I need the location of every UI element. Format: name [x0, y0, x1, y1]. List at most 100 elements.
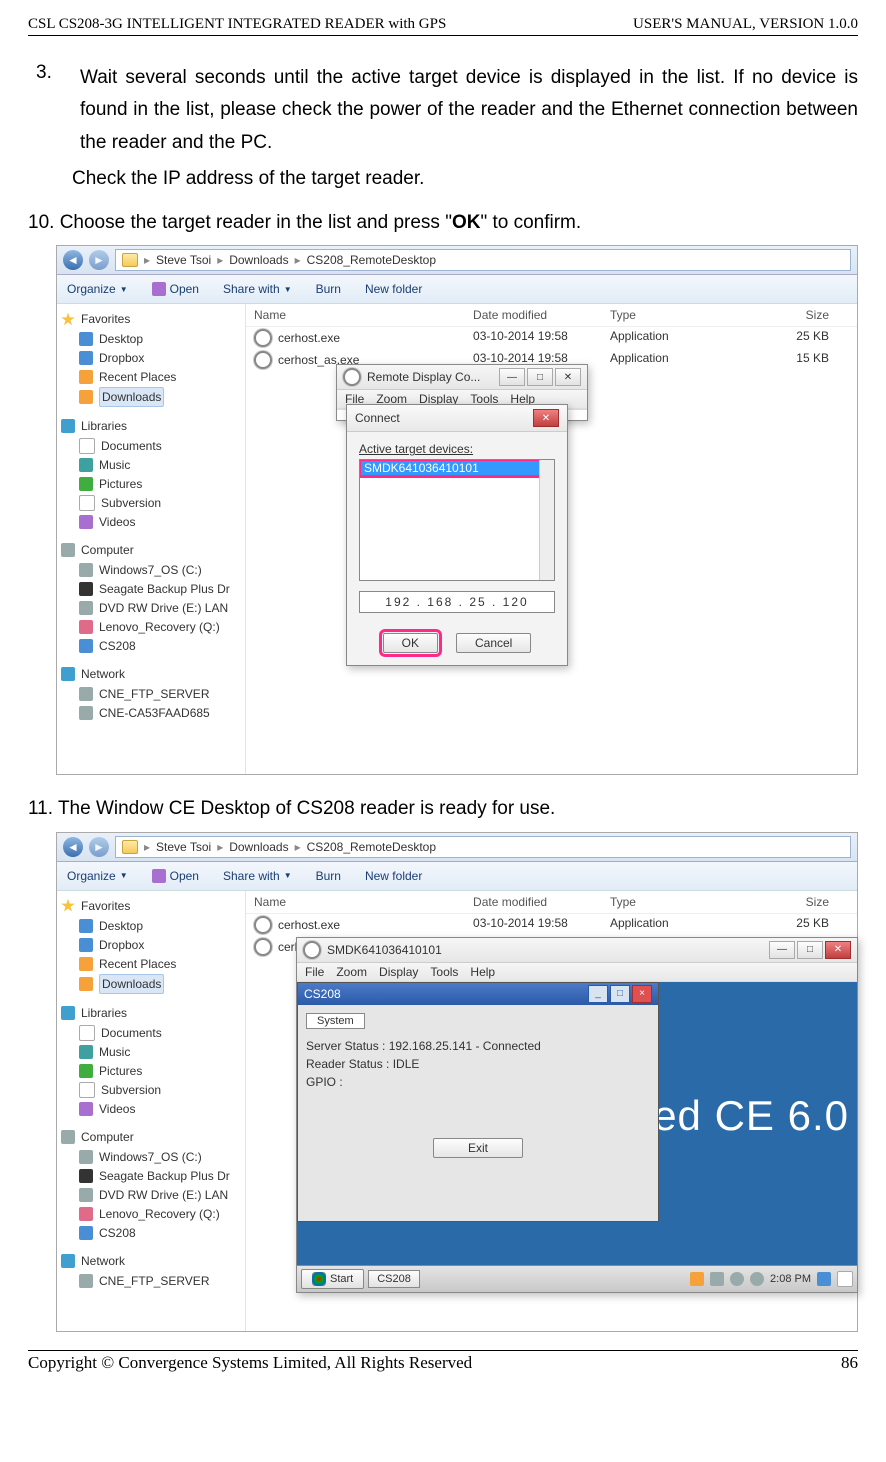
nav-subversion[interactable]: Subversion [61, 1081, 241, 1099]
breadcrumb-3[interactable]: CS208_RemoteDesktop [307, 840, 436, 854]
nav-documents[interactable]: Documents [61, 437, 241, 455]
tray-desktop-icon[interactable] [817, 1272, 831, 1286]
nav-drive-cs208[interactable]: CS208 [61, 1224, 241, 1242]
col-date[interactable]: Date modified [473, 308, 610, 322]
device-listbox[interactable]: SMDK641036410101 [359, 459, 555, 581]
menu-zoom[interactable]: Zoom [336, 965, 367, 979]
nav-desktop[interactable]: Desktop [61, 330, 241, 348]
inner-maximize-button[interactable]: □ [610, 985, 630, 1003]
nav-drive-dvd[interactable]: DVD RW Drive (E:) LAN [61, 599, 241, 617]
nav-forward-button[interactable]: ► [89, 250, 109, 270]
col-type[interactable]: Type [610, 308, 747, 322]
tray-globe-icon[interactable] [730, 1272, 744, 1286]
nav-recent[interactable]: Recent Places [61, 368, 241, 386]
nav-dropbox[interactable]: Dropbox [61, 936, 241, 954]
nav-libraries[interactable]: Libraries [61, 417, 241, 435]
nav-downloads[interactable]: Downloads [61, 974, 241, 994]
connect-close-button[interactable]: ✕ [533, 409, 559, 427]
nav-videos[interactable]: Videos [61, 513, 241, 531]
nav-desktop[interactable]: Desktop [61, 917, 241, 935]
toolbar-share[interactable]: Share with▼ [223, 869, 292, 883]
toolbar-organize[interactable]: Organize▼ [67, 869, 128, 883]
nav-computer[interactable]: Computer [61, 541, 241, 559]
address-bar[interactable]: ▸ Steve Tsoi ▸ Downloads ▸ CS208_RemoteD… [115, 249, 851, 271]
nav-pictures[interactable]: Pictures [61, 1062, 241, 1080]
col-date[interactable]: Date modified [473, 895, 610, 909]
nav-music[interactable]: Music [61, 1043, 241, 1061]
nav-dropbox[interactable]: Dropbox [61, 349, 241, 367]
col-size[interactable]: Size [747, 895, 849, 909]
nav-net1[interactable]: CNE_FTP_SERVER [61, 685, 241, 703]
menu-tools[interactable]: Tools [430, 965, 458, 979]
col-name[interactable]: Name [254, 308, 473, 322]
tray-keyboard-icon[interactable] [837, 1271, 853, 1287]
menu-display[interactable]: Display [379, 965, 418, 979]
nav-subversion[interactable]: Subversion [61, 494, 241, 512]
nav-videos[interactable]: Videos [61, 1100, 241, 1118]
breadcrumb-2[interactable]: Downloads [229, 840, 288, 854]
file-row[interactable]: cerhost.exe 03-10-2014 19:58 Application… [246, 327, 857, 349]
system-tab[interactable]: System [306, 1013, 365, 1029]
toolbar-open[interactable]: Open [152, 869, 199, 883]
toolbar-share[interactable]: Share with▼ [223, 282, 292, 296]
inner-minimize-button[interactable]: _ [588, 985, 608, 1003]
toolbar-newfolder[interactable]: New folder [365, 869, 422, 883]
cancel-button[interactable]: Cancel [456, 633, 531, 653]
address-bar[interactable]: ▸ Steve Tsoi ▸ Downloads ▸ CS208_RemoteD… [115, 836, 851, 858]
col-type[interactable]: Type [610, 895, 747, 909]
breadcrumb-2[interactable]: Downloads [229, 253, 288, 267]
nav-libraries[interactable]: Libraries [61, 1004, 241, 1022]
nav-drive-lenovo[interactable]: Lenovo_Recovery (Q:) [61, 618, 241, 636]
exit-button[interactable]: Exit [433, 1138, 523, 1158]
menu-file[interactable]: File [305, 965, 324, 979]
toolbar-organize[interactable]: Organize▼ [67, 282, 128, 296]
maximize-button[interactable]: □ [797, 941, 823, 959]
tray-icon[interactable] [710, 1272, 724, 1286]
nav-favorites[interactable]: Favorites [61, 897, 241, 915]
col-name[interactable]: Name [254, 895, 473, 909]
nav-net2[interactable]: CNE-CA53FAAD685 [61, 704, 241, 722]
nav-back-button[interactable]: ◄ [63, 250, 83, 270]
nav-recent[interactable]: Recent Places [61, 955, 241, 973]
ok-button[interactable]: OK [383, 633, 438, 653]
nav-documents[interactable]: Documents [61, 1024, 241, 1042]
nav-pictures[interactable]: Pictures [61, 475, 241, 493]
breadcrumb-3[interactable]: CS208_RemoteDesktop [307, 253, 436, 267]
nav-drive-c[interactable]: Windows7_OS (C:) [61, 1148, 241, 1166]
taskbar-app[interactable]: CS208 [368, 1270, 420, 1288]
close-button[interactable]: ✕ [555, 368, 581, 386]
close-button[interactable]: ✕ [825, 941, 851, 959]
device-item-selected[interactable]: SMDK641036410101 [360, 460, 554, 476]
nav-drive-seagate[interactable]: Seagate Backup Plus Dr [61, 580, 241, 598]
nav-music[interactable]: Music [61, 456, 241, 474]
nav-drive-c[interactable]: Windows7_OS (C:) [61, 561, 241, 579]
file-row[interactable]: cerhost.exe 03-10-2014 19:58 Application… [246, 914, 857, 936]
nav-drive-seagate[interactable]: Seagate Backup Plus Dr [61, 1167, 241, 1185]
inner-close-button[interactable]: × [632, 985, 652, 1003]
toolbar-open[interactable]: Open [152, 282, 199, 296]
breadcrumb-1[interactable]: Steve Tsoi [156, 253, 211, 267]
nav-network[interactable]: Network [61, 665, 241, 683]
nav-downloads[interactable]: Downloads [61, 387, 241, 407]
toolbar-burn[interactable]: Burn [316, 282, 341, 296]
start-button[interactable]: Start [301, 1269, 364, 1289]
minimize-button[interactable]: — [769, 941, 795, 959]
listbox-scrollbar[interactable] [539, 460, 554, 580]
nav-drive-cs208[interactable]: CS208 [61, 637, 241, 655]
nav-favorites[interactable]: Favorites [61, 310, 241, 328]
toolbar-newfolder[interactable]: New folder [365, 282, 422, 296]
ip-input[interactable]: 192 . 168 . 25 . 120 [359, 591, 555, 613]
nav-computer[interactable]: Computer [61, 1128, 241, 1146]
tray-icon[interactable] [690, 1272, 704, 1286]
col-size[interactable]: Size [747, 308, 849, 322]
nav-back-button[interactable]: ◄ [63, 837, 83, 857]
minimize-button[interactable]: — [499, 368, 525, 386]
menu-help[interactable]: Help [470, 965, 495, 979]
nav-drive-lenovo[interactable]: Lenovo_Recovery (Q:) [61, 1205, 241, 1223]
breadcrumb-1[interactable]: Steve Tsoi [156, 840, 211, 854]
nav-net1[interactable]: CNE_FTP_SERVER [61, 1272, 241, 1290]
nav-drive-dvd[interactable]: DVD RW Drive (E:) LAN [61, 1186, 241, 1204]
nav-network[interactable]: Network [61, 1252, 241, 1270]
tray-globe-icon[interactable] [750, 1272, 764, 1286]
maximize-button[interactable]: □ [527, 368, 553, 386]
